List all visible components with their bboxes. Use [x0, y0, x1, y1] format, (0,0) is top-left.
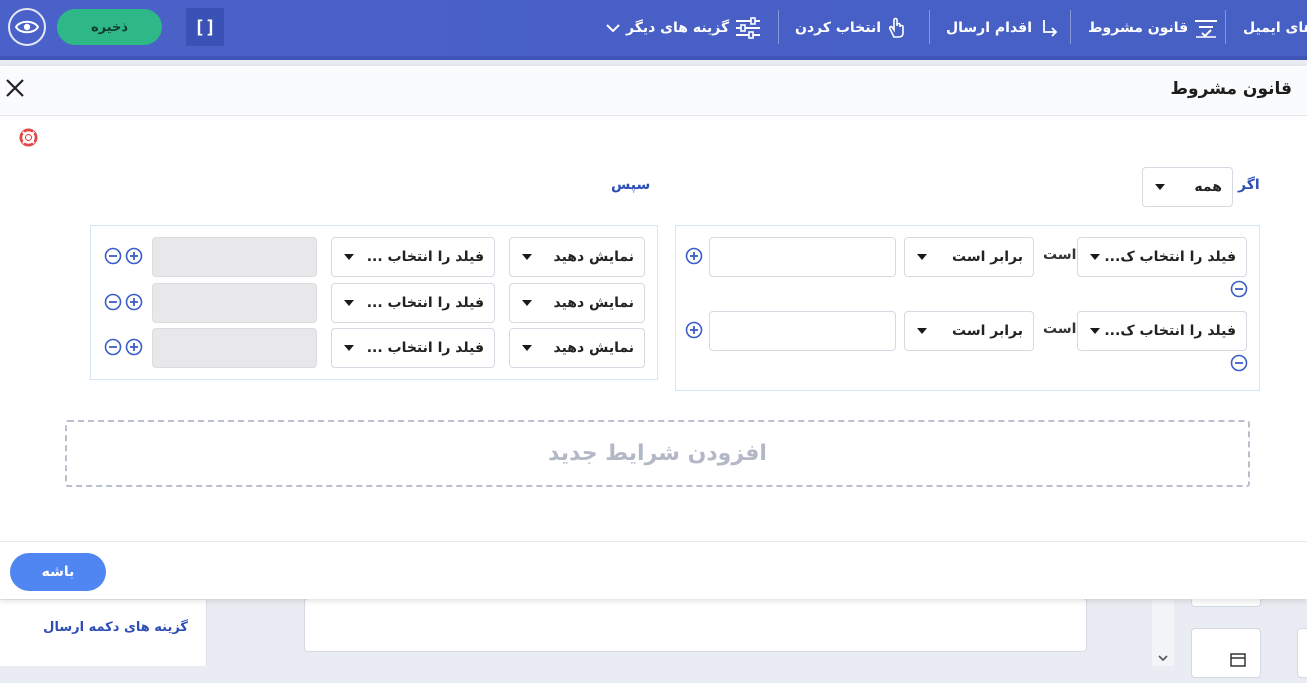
if-label: اگر [1238, 177, 1260, 193]
action-type-value: نمایش دهید [553, 249, 634, 265]
condition-field-select[interactable]: فیلد را انتخاب ک... [1077, 237, 1247, 277]
condition-operator-select[interactable]: برابر است [904, 237, 1034, 277]
chevron-down-icon [1158, 655, 1168, 662]
sliders-icon [736, 17, 761, 39]
email-settings-menu[interactable]: های ایمیل [1243, 0, 1307, 56]
top-toolbar: ذخیره [] گزینه های دیگر انتخاب کردن اقدا… [0, 0, 1307, 60]
condition-operator-value: برابر است [952, 323, 1023, 339]
calendar-icon [1230, 653, 1246, 667]
caret-down-icon [917, 254, 927, 260]
caret-down-icon [522, 345, 532, 351]
modal-header: قانون مشروط [0, 66, 1307, 116]
background-date-field [1191, 628, 1261, 678]
action-type-value: نمایش دهید [553, 340, 634, 356]
action-type-select[interactable]: نمایش دهید [509, 237, 645, 277]
caret-down-icon [1090, 254, 1100, 260]
match-type-value: همه [1194, 179, 1222, 195]
caret-down-icon [344, 345, 354, 351]
caret-down-icon [1090, 328, 1100, 334]
more-options-label: گزینه های دیگر [626, 20, 730, 36]
condition-field-value: فیلد را انتخاب ک... [1104, 323, 1236, 339]
action-field-select[interactable]: فیلد را انتخاب ... [331, 283, 495, 323]
preview-button[interactable] [8, 8, 46, 46]
footer-divider [0, 541, 1307, 542]
remove-action-minus-icon[interactable] [104, 338, 122, 356]
fullscreen-bracket-button[interactable]: [] [186, 8, 224, 46]
caret-down-icon [1155, 184, 1165, 190]
conditional-rule-label: قانون مشروط [1088, 20, 1189, 36]
close-icon[interactable] [4, 77, 26, 99]
action-type-select[interactable]: نمایش دهید [509, 328, 645, 368]
modal-title: قانون مشروط [1170, 79, 1292, 99]
remove-condition-minus-icon[interactable] [1230, 280, 1248, 298]
filter-lines-icon [1195, 20, 1218, 38]
condition-value-input[interactable] [709, 311, 896, 351]
action-type-value: نمایش دهید [553, 295, 634, 311]
email-settings-label: های ایمیل [1243, 20, 1307, 36]
background-field-box [1297, 628, 1307, 678]
remove-action-minus-icon[interactable] [104, 247, 122, 265]
action-field-select[interactable]: فیلد را انتخاب ... [331, 328, 495, 368]
caret-down-icon [344, 254, 354, 260]
remove-action-minus-icon[interactable] [104, 293, 122, 311]
caret-down-icon [344, 300, 354, 306]
return-arrow-icon [1043, 20, 1058, 37]
conditional-rule-modal: قانون مشروط اگر همه سپس فیلد را انتخاب ک… [0, 66, 1307, 599]
background-textarea [304, 598, 1087, 652]
add-action-plus-icon[interactable] [125, 293, 143, 311]
condition-operator-value: برابر است [952, 249, 1023, 265]
condition-value-input[interactable] [709, 237, 896, 277]
match-type-select[interactable]: همه [1142, 167, 1233, 207]
submit-action-label: اقدام ارسال [946, 20, 1033, 36]
condition-operator-select[interactable]: برابر است [904, 311, 1034, 351]
submit-action-menu[interactable]: اقدام ارسال [946, 0, 1058, 56]
add-action-plus-icon[interactable] [125, 247, 143, 265]
remove-condition-minus-icon[interactable] [1230, 354, 1248, 372]
condition-field-value: فیلد را انتخاب ک... [1104, 249, 1236, 265]
submit-button-options-link[interactable]: گزینه های دکمه ارسال [43, 620, 188, 635]
caret-down-icon [917, 328, 927, 334]
add-action-plus-icon[interactable] [125, 338, 143, 356]
action-type-select[interactable]: نمایش دهید [509, 283, 645, 323]
more-options-menu[interactable]: گزینه های دیگر [606, 0, 761, 56]
chevron-down-icon [606, 24, 620, 33]
conditional-rule-menu[interactable]: قانون مشروط [1088, 0, 1218, 56]
is-label: است [1043, 247, 1077, 263]
action-field-value: فیلد را انتخاب ... [366, 340, 484, 356]
action-field-select[interactable]: فیلد را انتخاب ... [331, 237, 495, 277]
action-field-value: فیلد را انتخاب ... [366, 295, 484, 311]
action-value-input-disabled [152, 237, 317, 277]
ok-button[interactable]: باشه [10, 553, 106, 591]
add-new-condition-button[interactable]: افزودن شرایط جدید [65, 420, 1250, 487]
background-scrollbar[interactable] [1152, 600, 1174, 666]
add-condition-plus-icon[interactable] [685, 247, 703, 265]
help-lifebuoy-icon[interactable] [19, 128, 38, 147]
add-condition-plus-icon[interactable] [685, 321, 703, 339]
toolbar-divider [929, 10, 930, 44]
select-label: انتخاب کردن [795, 20, 882, 36]
background-sidebar: گزینه های دکمه ارسال [0, 600, 207, 666]
toolbar-divider [778, 10, 779, 44]
is-label: است [1043, 321, 1077, 337]
action-value-input-disabled [152, 283, 317, 323]
toolbar-divider [1070, 10, 1071, 44]
condition-field-select[interactable]: فیلد را انتخاب ک... [1077, 311, 1247, 351]
caret-down-icon [522, 300, 532, 306]
save-button[interactable]: ذخیره [57, 9, 162, 45]
action-value-input-disabled [152, 328, 317, 368]
toolbar-divider [1225, 10, 1226, 44]
action-field-value: فیلد را انتخاب ... [366, 249, 484, 265]
caret-down-icon [522, 254, 532, 260]
select-menu[interactable]: انتخاب کردن [795, 0, 907, 56]
then-label: سپس [611, 177, 651, 193]
eye-icon [15, 20, 39, 34]
hand-pointer-icon [888, 17, 904, 38]
